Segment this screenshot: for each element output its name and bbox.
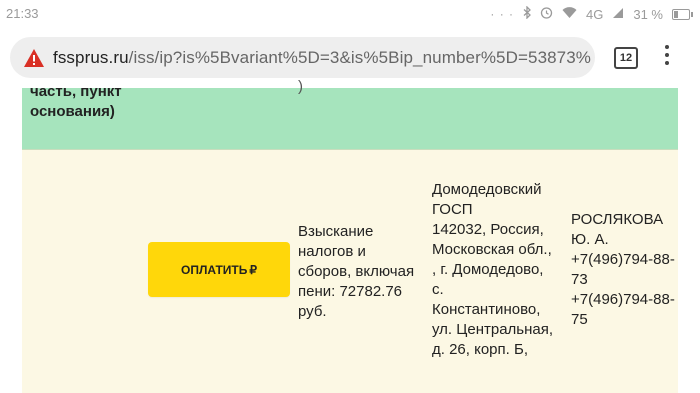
- pay-button-label: ОПЛАТИТЬ: [181, 262, 248, 277]
- url-path: /iss/ip?is%5Bvariant%5D=3&is%5Bip_number…: [128, 47, 592, 67]
- table-header-fragment: ): [298, 78, 303, 95]
- warning-icon[interactable]: [23, 48, 45, 68]
- battery-percent: 31 %: [633, 6, 663, 22]
- more-menu-icon[interactable]: [662, 45, 672, 71]
- battery-icon: [672, 8, 693, 20]
- wifi-icon: [562, 6, 577, 22]
- tab-switcher-button[interactable]: 12: [614, 47, 638, 69]
- bailiff-department: Домодедовский ГОСП 142032, Россия, Моско…: [432, 181, 554, 358]
- signal-icon: [612, 7, 624, 22]
- status-time: 21:33: [6, 6, 39, 21]
- execution-subject: Взыскание налогов и сборов, включая пени…: [298, 223, 415, 320]
- url-host: fssprus.ru: [53, 47, 129, 67]
- ruble-icon: ₽: [249, 262, 257, 277]
- table-header-text: часть, пункт основания): [30, 83, 122, 120]
- table-row: ОПЛАТИТЬ ₽ Взыскание налогов и сборов, вк…: [22, 150, 678, 393]
- status-icons: · · · 4G 31 %: [490, 5, 693, 22]
- page-content: часть, пункт основания) ) ОПЛАТИТЬ ₽ Взыс…: [0, 78, 700, 393]
- address-bar[interactable]: fssprus.ru/iss/ip?is%5Bvariant%5D=3&is%5…: [10, 37, 595, 78]
- table-header-row: часть, пункт основания) ): [22, 78, 678, 150]
- alarm-icon: [540, 6, 553, 22]
- bluetooth-icon: [523, 5, 531, 22]
- browser-toolbar: fssprus.ru/iss/ip?is%5Bvariant%5D=3&is%5…: [0, 28, 700, 88]
- notification-dots: · · ·: [490, 7, 515, 21]
- status-bar: 21:33 · · · 4G 31 %: [0, 0, 700, 28]
- url-text: fssprus.ru/iss/ip?is%5Bvariant%5D=3&is%5…: [53, 48, 591, 68]
- network-type: 4G: [586, 6, 604, 22]
- bailiff-officer: РОСЛЯКОВА Ю. А. +7(496)794-88- 73 +7(496…: [571, 211, 675, 328]
- pay-button[interactable]: ОПЛАТИТЬ ₽: [148, 242, 290, 297]
